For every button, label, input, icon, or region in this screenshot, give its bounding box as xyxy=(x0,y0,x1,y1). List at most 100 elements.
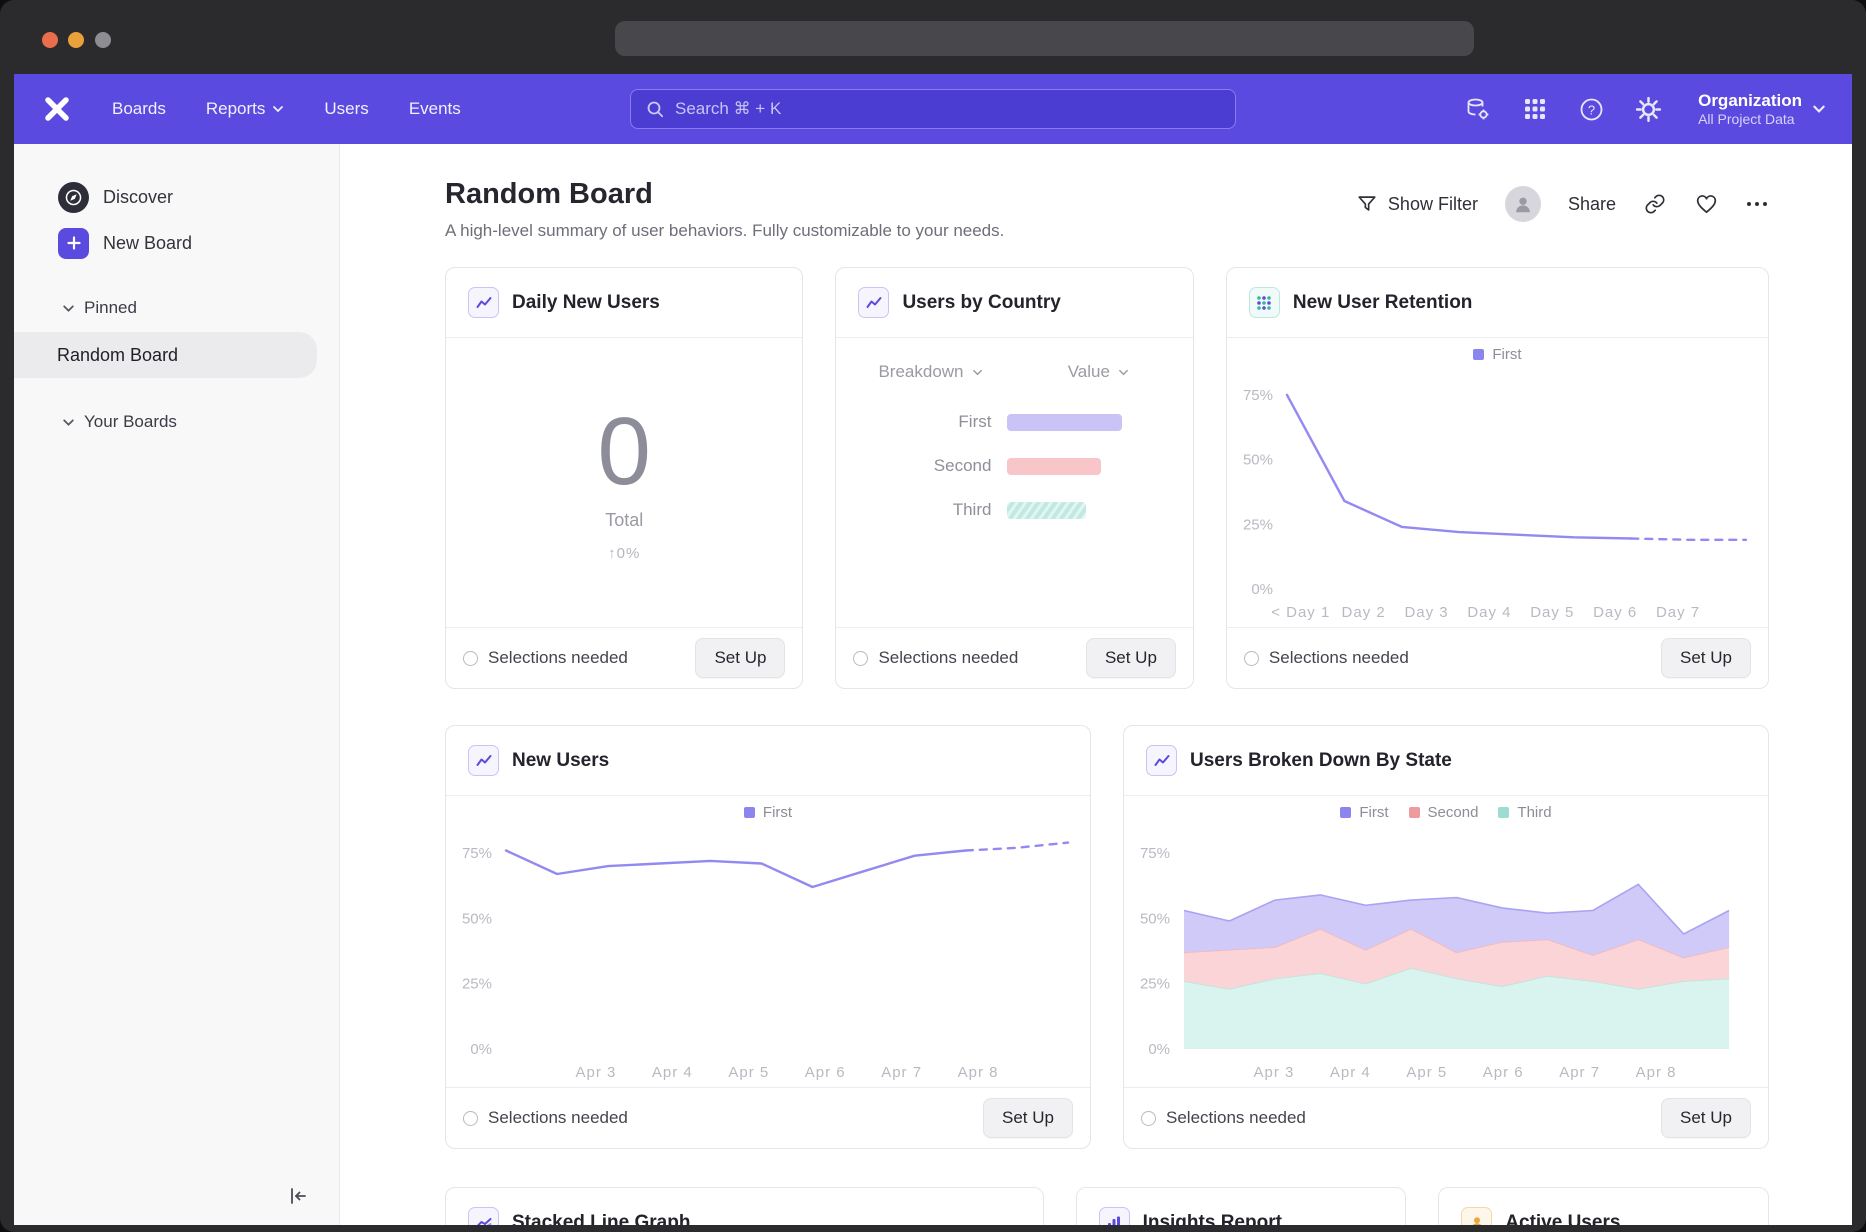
collapse-sidebar-icon xyxy=(286,1184,310,1208)
app-content: Boards Reports Users Events xyxy=(14,74,1852,1225)
set-up-button[interactable]: Set Up xyxy=(1661,638,1751,678)
card-title: New User Retention xyxy=(1293,292,1472,314)
svg-text:Day 3: Day 3 xyxy=(1404,604,1448,621)
board-name: Random Board xyxy=(57,345,178,366)
metric-value: 0 xyxy=(598,404,651,500)
set-up-button[interactable]: Set Up xyxy=(1661,1098,1751,1138)
svg-text:Apr 8: Apr 8 xyxy=(1636,1064,1677,1081)
chevron-down-icon xyxy=(1812,102,1826,116)
copy-link-icon[interactable] xyxy=(1643,192,1667,216)
svg-text:0%: 0% xyxy=(1148,1041,1170,1058)
search-icon xyxy=(645,99,665,119)
active-users-icon xyxy=(1461,1207,1492,1225)
country-bar xyxy=(1007,502,1086,519)
address-bar[interactable] xyxy=(615,21,1474,56)
page-subtitle: A high-level summary of user behaviors. … xyxy=(445,221,1004,241)
line-chart-icon xyxy=(468,287,499,318)
show-filter-button[interactable]: Show Filter xyxy=(1356,193,1478,215)
svg-text:Apr 3: Apr 3 xyxy=(575,1064,616,1081)
value-select[interactable]: Value xyxy=(1068,362,1129,382)
svg-text:0%: 0% xyxy=(1251,581,1273,598)
close-window-button[interactable] xyxy=(42,32,58,48)
retention-grid-icon xyxy=(1249,287,1280,318)
card-title: Stacked Line Graph xyxy=(512,1212,690,1226)
nav-label: Events xyxy=(409,99,461,119)
nav-item-boards[interactable]: Boards xyxy=(112,89,166,129)
svg-text:Apr 5: Apr 5 xyxy=(1406,1064,1447,1081)
global-search[interactable] xyxy=(630,89,1236,129)
chevron-down-icon xyxy=(62,416,75,429)
country-breakdown: Breakdown Value xyxy=(836,338,1192,627)
board-actions: Show Filter Share xyxy=(1356,186,1769,222)
svg-text:Day 7: Day 7 xyxy=(1656,604,1700,621)
settings-gear-icon[interactable] xyxy=(1635,96,1662,123)
more-options-icon[interactable] xyxy=(1745,192,1769,216)
line-chart-icon xyxy=(468,745,499,776)
nav-label: Boards xyxy=(112,99,166,119)
top-navbar: Boards Reports Users Events xyxy=(14,74,1852,144)
chevron-down-icon xyxy=(1118,367,1129,378)
sidebar-item-new-board[interactable]: New Board xyxy=(14,220,339,266)
show-filter-label: Show Filter xyxy=(1388,194,1478,215)
zoom-window-button[interactable] xyxy=(95,32,111,48)
bar-label: First xyxy=(876,412,991,432)
svg-text:Day 5: Day 5 xyxy=(1530,604,1574,621)
collapse-sidebar-button[interactable] xyxy=(283,1181,313,1211)
sidebar: Discover New Board Pinned Random Board xyxy=(14,144,340,1225)
country-row: Third xyxy=(836,500,1192,520)
svg-text:0%: 0% xyxy=(470,1041,492,1058)
card-title: Active Users xyxy=(1505,1212,1620,1226)
organization-name: Organization xyxy=(1698,90,1802,111)
svg-text:?: ? xyxy=(1588,102,1595,117)
svg-text:Apr 8: Apr 8 xyxy=(958,1064,999,1081)
status-label: Selections needed xyxy=(1269,648,1409,668)
app-window: Boards Reports Users Events xyxy=(0,0,1866,1232)
card-daily-new-users: Daily New Users 0 Total ↑0% Selections n… xyxy=(445,267,803,689)
country-row: Second xyxy=(836,456,1192,476)
sidebar-item-discover[interactable]: Discover xyxy=(14,174,339,220)
sidebar-item-label: Discover xyxy=(103,187,173,208)
svg-text:Apr 6: Apr 6 xyxy=(805,1064,846,1081)
svg-text:Apr 4: Apr 4 xyxy=(652,1064,693,1081)
svg-text:Apr 6: Apr 6 xyxy=(1483,1064,1524,1081)
apps-grid-icon[interactable] xyxy=(1521,96,1548,123)
status-badge: Selections needed xyxy=(1141,1108,1306,1128)
sidebar-section-pinned[interactable]: Pinned xyxy=(14,288,339,328)
sidebar-item-random-board[interactable]: Random Board xyxy=(14,332,317,378)
favorite-heart-icon[interactable] xyxy=(1694,192,1718,216)
plus-icon xyxy=(58,228,89,259)
new-users-line-chart: First75%50%25%0%Apr 3Apr 4Apr 5Apr 6Apr … xyxy=(446,796,1090,1087)
status-badge: Selections needed xyxy=(463,1108,628,1128)
data-management-icon[interactable] xyxy=(1464,96,1491,123)
help-icon[interactable]: ? xyxy=(1578,96,1605,123)
nav-label: Reports xyxy=(206,99,266,119)
avatar[interactable] xyxy=(1505,186,1541,222)
svg-text:Day 6: Day 6 xyxy=(1593,604,1637,621)
card-title: Users Broken Down By State xyxy=(1190,750,1452,772)
stacked-line-graph-icon xyxy=(468,1207,499,1225)
status-circle-icon xyxy=(853,651,868,666)
metric-delta: ↑0% xyxy=(608,545,640,562)
mixpanel-logo-icon[interactable] xyxy=(42,94,72,124)
chevron-down-icon xyxy=(62,302,75,315)
card-title: New Users xyxy=(512,750,609,772)
area-chart-icon xyxy=(1146,745,1177,776)
status-circle-icon xyxy=(463,1111,478,1126)
breakdown-select[interactable]: Breakdown xyxy=(878,362,982,382)
nav-item-events[interactable]: Events xyxy=(409,89,461,129)
status-badge: Selections needed xyxy=(853,648,1018,668)
nav-item-reports[interactable]: Reports xyxy=(206,89,285,129)
search-input[interactable] xyxy=(675,99,1221,119)
svg-text:Day 2: Day 2 xyxy=(1341,604,1385,621)
nav-item-users[interactable]: Users xyxy=(324,89,368,129)
bar-label: Second xyxy=(876,456,991,476)
minimize-window-button[interactable] xyxy=(68,32,84,48)
organization-switcher[interactable]: Organization All Project Data xyxy=(1698,90,1826,129)
share-button[interactable]: Share xyxy=(1568,194,1616,215)
status-circle-icon xyxy=(1244,651,1259,666)
status-circle-icon xyxy=(1141,1111,1156,1126)
set-up-button[interactable]: Set Up xyxy=(695,638,785,678)
sidebar-section-your-boards[interactable]: Your Boards xyxy=(14,402,339,442)
set-up-button[interactable]: Set Up xyxy=(983,1098,1073,1138)
set-up-button[interactable]: Set Up xyxy=(1086,638,1176,678)
